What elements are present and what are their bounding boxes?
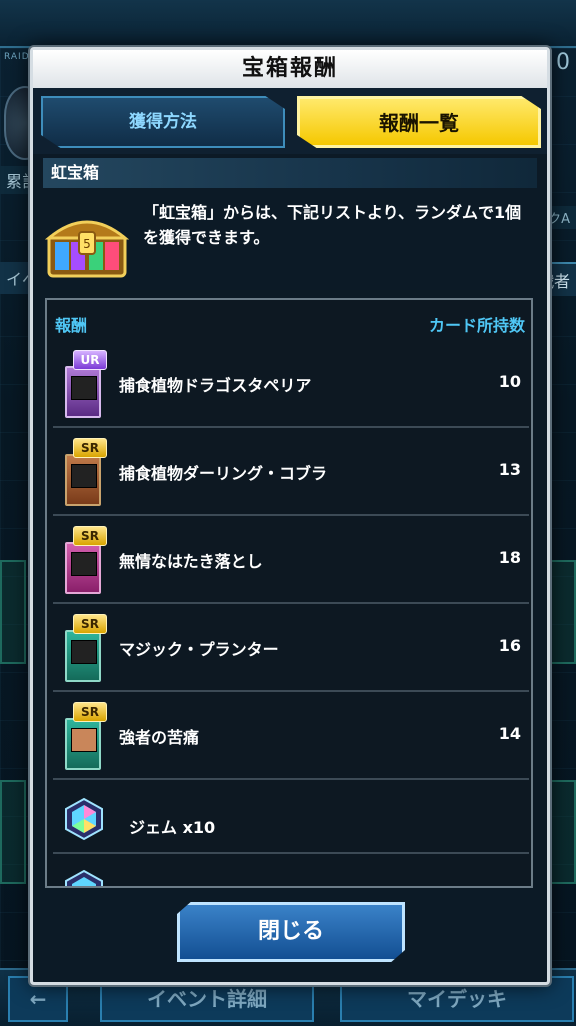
reward-row[interactable]: SR 強者の苦痛 14 — [53, 694, 529, 780]
card-frame-icon — [65, 718, 101, 770]
card-count: 10 — [498, 372, 521, 391]
card-thumbnail: UR — [61, 350, 107, 420]
header-card-count: カード所持数 — [428, 316, 525, 335]
reward-name: 無情なはたき落とし — [119, 552, 263, 571]
gem-icon — [65, 797, 103, 841]
reward-name: ジェム x10 — [129, 818, 216, 837]
card-thumbnail: SR — [61, 438, 107, 508]
rarity-badge: UR — [73, 350, 107, 370]
rainbow-treasure-chest-icon: 5 — [45, 220, 129, 278]
gem-icon — [65, 869, 103, 886]
card-frame-icon — [65, 542, 101, 594]
section-title: 虹宝箱 — [43, 158, 537, 188]
reward-row[interactable]: SR 無情なはたき落とし 18 — [53, 518, 529, 604]
card-count: 14 — [498, 724, 521, 743]
rarity-badge: SR — [73, 438, 107, 458]
background-side-panel-left-2 — [0, 780, 26, 884]
background-side-panel-right — [550, 560, 576, 664]
tab-bar: 獲得方法 報酬一覧 — [33, 88, 547, 154]
card-frame-icon — [65, 366, 101, 418]
card-count: 16 — [498, 636, 521, 655]
chest-description: 「虹宝箱」からは、下記リストより、ランダムで1個を獲得できます。 — [143, 203, 522, 247]
svg-text:5: 5 — [83, 237, 91, 251]
reward-row[interactable]: UR 捕食植物ドラゴスタペリア 10 — [53, 342, 529, 428]
card-thumbnail: SR — [61, 614, 107, 684]
card-frame-icon — [65, 630, 101, 682]
reward-list[interactable]: 報酬 カード所持数 UR 捕食植物ドラゴスタペリア 10 SR 捕食植物ダーリン… — [45, 298, 533, 888]
rarity-badge: SR — [73, 526, 107, 546]
reward-name: マジック・プランター — [119, 640, 279, 659]
reward-row[interactable]: SR 捕食植物ダーリング・コブラ 13 — [53, 430, 529, 516]
card-frame-icon — [65, 454, 101, 506]
reward-list-header: 報酬 カード所持数 — [47, 300, 531, 342]
background-side-panel-right-2 — [550, 780, 576, 884]
reward-row[interactable]: ジェム x10 — [53, 782, 529, 854]
reward-row[interactable]: SR マジック・プランター 16 — [53, 606, 529, 692]
reward-name: 捕食植物ダーリング・コブラ — [119, 464, 328, 483]
reward-name: 捕食植物ドラゴスタペリア — [119, 376, 312, 395]
reward-name: 強者の苦痛 — [119, 728, 200, 747]
tab-acquisition-method[interactable]: 獲得方法 — [41, 96, 285, 148]
treasure-reward-modal: 宝箱報酬 獲得方法 報酬一覧 虹宝箱 5 「虹宝箱」からは、下記リストより、ラン… — [30, 47, 550, 985]
background-side-panel-left — [0, 560, 26, 664]
card-thumbnail: SR — [61, 702, 107, 772]
card-count: 18 — [498, 548, 521, 567]
close-button[interactable]: 閉じる — [177, 902, 405, 962]
rarity-badge: SR — [73, 702, 107, 722]
modal-title: 宝箱報酬 — [33, 50, 547, 88]
tab-reward-list[interactable]: 報酬一覧 — [297, 96, 541, 148]
background-top-bar — [0, 0, 576, 48]
rarity-badge: SR — [73, 614, 107, 634]
background-counter: 0 — [556, 50, 570, 75]
card-count: 13 — [498, 460, 521, 479]
header-reward: 報酬 — [55, 316, 88, 335]
card-thumbnail: SR — [61, 526, 107, 596]
